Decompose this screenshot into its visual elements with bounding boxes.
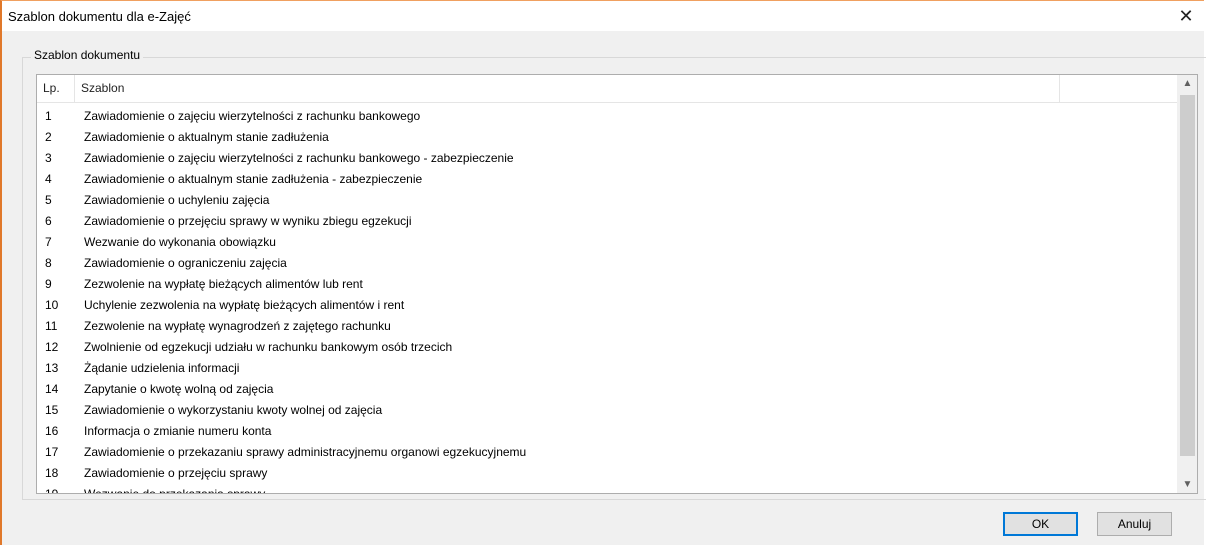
window-title: Szablon dokumentu dla e-Zajęć (8, 9, 191, 24)
row-template-name: Zawiadomienie o zajęciu wierzytelności z… (84, 151, 514, 165)
list-item[interactable]: 9 Zezwolenie na wypłatę bieżących aliment… (37, 274, 1179, 295)
column-header-empty[interactable] (1060, 75, 1179, 102)
row-template-name: Zawiadomienie o przekazaniu sprawy admin… (84, 445, 527, 459)
row-number: 8 (45, 256, 52, 270)
row-number: 5 (45, 193, 52, 207)
row-template-name: Zezwolenie na wypłatę wynagrodzeń z zaję… (84, 319, 391, 333)
row-template-name: Uchylenie zezwolenia na wypłatę bieżącyc… (84, 298, 405, 312)
row-template-name: Zawiadomienie o uchyleniu zajęcia (84, 193, 270, 207)
list-item[interactable]: 16 Informacja o zmianie numeru konta (37, 421, 1179, 442)
list-item[interactable]: 11 Zezwolenie na wypłatę wynagrodzeń z za… (37, 316, 1179, 337)
row-template-name: Wezwanie do przekazania sprawy (84, 487, 266, 494)
row-number: 15 (45, 403, 59, 417)
list-item[interactable]: 4 Zawiadomienie o aktualnym stanie zadłuż… (37, 169, 1179, 190)
row-number: 18 (45, 466, 59, 480)
column-header-lp[interactable]: Lp. (37, 75, 75, 102)
row-number: 1 (45, 109, 52, 123)
close-icon[interactable]: ✕ (1168, 1, 1204, 31)
row-number: 17 (45, 445, 59, 459)
cancel-button[interactable]: Anuluj (1097, 512, 1172, 536)
row-template-name: Zapytanie o kwotę wolną od zajęcia (84, 382, 274, 396)
row-template-name: Zawiadomienie o przejęciu sprawy w wynik… (84, 214, 412, 228)
list-header: Lp. Szablon (37, 75, 1179, 103)
list-item[interactable]: 1 Zawiadomienie o zajęciu wierzytelności … (37, 106, 1179, 127)
template-list[interactable]: Lp. Szablon 1 Zawiadomienie o zajęciu wie… (36, 74, 1198, 494)
list-item[interactable]: 14 Zapytanie o kwotę wolną od zajęcia (37, 379, 1179, 400)
list-item[interactable]: 10 Uchylenie zezwolenia na wypłatę bieżąc… (37, 295, 1179, 316)
row-number: 12 (45, 340, 59, 354)
row-number: 19 (45, 487, 59, 494)
column-header-szablon[interactable]: Szablon (75, 75, 1060, 102)
list-item[interactable]: 7 Wezwanie do wykonania obowiązku (37, 232, 1179, 253)
row-number: 6 (45, 214, 52, 228)
row-template-name: Zawiadomienie o aktualnym stanie zadłuże… (84, 130, 329, 144)
title-bar: Szablon dokumentu dla e-Zajęć ✕ (2, 1, 1204, 31)
row-template-name: Zawiadomienie o aktualnym stanie zadłuże… (84, 172, 423, 186)
row-template-name: Zwolnienie od egzekucji udziału w rachun… (84, 340, 453, 354)
row-template-name: Zawiadomienie o przejęciu sprawy (84, 466, 268, 480)
row-template-name: Zawiadomienie o wykorzystaniu kwoty woln… (84, 403, 383, 417)
list-item[interactable]: 15 Zawiadomienie o wykorzystaniu kwoty wo… (37, 400, 1179, 421)
groupbox-label: Szablon dokumentu (31, 48, 144, 62)
row-number: 10 (45, 298, 59, 312)
list-item[interactable]: 13 Żądanie udzielenia informacji (37, 358, 1179, 379)
row-number: 16 (45, 424, 59, 438)
row-template-name: Zawiadomienie o zajęciu wierzytelności z… (84, 109, 421, 123)
list-item[interactable]: 2 Zawiadomienie o aktualnym stanie zadłuż… (37, 127, 1179, 148)
list-item[interactable]: 17 Zawiadomienie o przekazaniu sprawy adm… (37, 442, 1179, 463)
list-item[interactable]: 5 Zawiadomienie o uchyleniu zajęcia (37, 190, 1179, 211)
row-number: 2 (45, 130, 52, 144)
scroll-down-icon[interactable]: ▼ (1178, 476, 1197, 493)
list-item[interactable]: 8 Zawiadomienie o ograniczeniu zajęcia (37, 253, 1179, 274)
row-template-name: Informacja o zmianie numeru konta (84, 424, 272, 438)
row-number: 9 (45, 277, 52, 291)
row-number: 7 (45, 235, 52, 249)
row-number: 13 (45, 361, 59, 375)
list-item[interactable]: 6 Zawiadomienie o przejęciu sprawy w wyni… (37, 211, 1179, 232)
scroll-up-icon[interactable]: ▲ (1178, 75, 1197, 92)
row-template-name: Zezwolenie na wypłatę bieżących alimentó… (84, 277, 363, 291)
row-number: 11 (45, 319, 58, 333)
list-item[interactable]: 12 Zwolnienie od egzekucji udziału w rach… (37, 337, 1179, 358)
list-rows: 1 Zawiadomienie o zajęciu wierzytelności … (37, 106, 1179, 494)
row-template-name: Wezwanie do wykonania obowiązku (84, 235, 276, 249)
row-template-name: Zawiadomienie o ograniczeniu zajęcia (84, 256, 287, 270)
row-template-name: Żądanie udzielenia informacji (84, 361, 240, 375)
list-item[interactable]: 18 Zawiadomienie o przejęciu sprawy (37, 463, 1179, 484)
ok-button[interactable]: OK (1003, 512, 1078, 536)
scrollbar-thumb[interactable] (1180, 95, 1195, 456)
row-number: 3 (45, 151, 52, 165)
row-number: 4 (45, 172, 52, 186)
list-item[interactable]: 19 Wezwanie do przekazania sprawy (37, 484, 1179, 494)
row-number: 14 (45, 382, 59, 396)
vertical-scrollbar[interactable]: ▲ ▼ (1177, 75, 1197, 493)
list-item[interactable]: 3 Zawiadomienie o zajęciu wierzytelności … (37, 148, 1179, 169)
